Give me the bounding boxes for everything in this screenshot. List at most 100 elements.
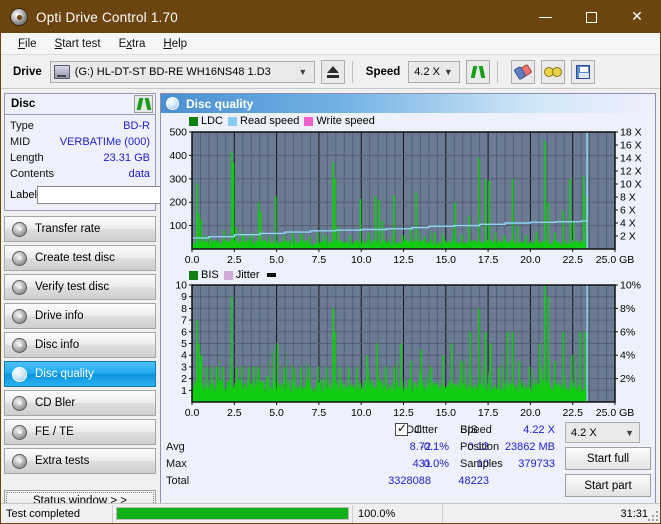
tools-button[interactable] [541, 59, 566, 84]
legend-jitter: Jitter [223, 269, 260, 281]
drive-label: Drive [13, 65, 42, 78]
disc-length-value: 23.31 GB [103, 152, 150, 164]
svg-text:400: 400 [169, 150, 187, 162]
start-full-button[interactable]: Start full [565, 447, 651, 470]
jitter-value-1: -0.1% [420, 441, 449, 453]
window-controls: ✕ [522, 1, 660, 33]
svg-text:20.0: 20.0 [520, 254, 541, 266]
status-bar: Test completed 100.0% 31:31 [1, 503, 660, 523]
sidebar-item-disc-info[interactable]: Disc info [4, 332, 156, 358]
disc-contents-value: data [128, 168, 150, 180]
chevron-down-icon: ▼ [625, 427, 634, 438]
sidebar-item-label: Disc quality [35, 368, 94, 380]
save-button[interactable] [571, 59, 596, 84]
disc-icon [12, 337, 27, 353]
disc-icon [12, 424, 27, 440]
svg-text:4 X: 4 X [620, 218, 636, 230]
eject-button[interactable] [320, 59, 345, 84]
svg-text:18 X: 18 X [620, 128, 642, 139]
disc-label-row: Label [10, 184, 206, 206]
svg-text:7: 7 [181, 315, 187, 327]
content-area: Disc Type BD-R MID VERBATIMe (000) Lengt… [1, 89, 660, 523]
chevron-down-icon: ▼ [298, 66, 308, 77]
svg-text:12.5: 12.5 [393, 407, 414, 419]
svg-text:8 X: 8 X [620, 192, 636, 204]
svg-text:8: 8 [181, 303, 187, 315]
svg-text:2: 2 [181, 373, 187, 385]
refresh-arrows-icon [470, 64, 486, 80]
svg-text:5.0: 5.0 [269, 254, 284, 266]
sidebar-item-transfer-rate[interactable]: Transfer rate [4, 216, 156, 242]
svg-text:10.0: 10.0 [351, 407, 372, 419]
floppy-save-icon [576, 64, 591, 79]
legend-label-jitter: Jitter [235, 269, 260, 281]
sidebar-item-extra-tests[interactable]: Extra tests [4, 448, 156, 474]
disc-properties: Type BD-R MID VERBATIMe (000) Length 23.… [5, 115, 206, 210]
chart1-canvas: 0.0 2.5 5.0 7.5 10.0 12.5 15.0 17.5 20.0 22.5 25.0… [169, 128, 642, 266]
svg-text:500: 500 [169, 128, 187, 139]
progress-bar [113, 504, 353, 523]
disc-row-length: Length 23.31 GB [10, 150, 150, 166]
sidebar-item-label: Extra tests [35, 455, 90, 467]
sidebar-item-drive-info[interactable]: Drive info [4, 303, 156, 329]
progress-track [116, 507, 349, 520]
disc-label-label: Label [10, 189, 37, 201]
disc-mid-label: MID [10, 136, 31, 148]
menu-start-test[interactable]: Start test [46, 36, 110, 52]
elapsed-time: 31:31 [620, 507, 648, 520]
stats-row-max-label: Max [166, 458, 187, 470]
svg-text:2.5: 2.5 [227, 407, 242, 419]
sidebar: Disc Type BD-R MID VERBATIMe (000) Lengt… [1, 89, 206, 523]
svg-text:6%: 6% [620, 326, 635, 338]
svg-text:4%: 4% [620, 350, 635, 362]
menu-help[interactable]: Help [154, 36, 196, 52]
erase-button[interactable] [511, 59, 536, 84]
svg-text:9: 9 [181, 291, 187, 303]
legend-swatch-ldc [189, 116, 198, 126]
resize-grip[interactable] [646, 509, 658, 521]
svg-text:10: 10 [175, 281, 187, 292]
svg-text:0.0: 0.0 [185, 254, 200, 266]
menu-extra[interactable]: Extra [110, 36, 155, 52]
svg-text:7.5: 7.5 [312, 254, 327, 266]
sidebar-item-disc-quality[interactable]: Disc quality [4, 361, 156, 387]
maximize-button[interactable] [568, 1, 614, 33]
speed-select[interactable]: 4.2 X ▼ [408, 60, 461, 83]
svg-text:20.0: 20.0 [520, 407, 541, 419]
svg-text:25.0 GB: 25.0 GB [596, 407, 635, 419]
test-speed-select[interactable]: 4.2 X ▼ [565, 422, 640, 443]
test-speed-value: 4.2 X [571, 426, 597, 439]
ldc-read-speed-chart: LDC Read speed Write speed 0.0 2.5 5.0 7.5 1… [161, 113, 655, 268]
application-window: Opti Drive Control 1.70 ✕ File Start tes… [0, 0, 661, 524]
legend-swatch-bis [189, 270, 198, 280]
disc-icon [12, 395, 27, 411]
svg-text:12 X: 12 X [620, 166, 642, 178]
disc-panel-header: Disc [5, 94, 155, 115]
drive-select-value: (G:) HL-DT-ST BD-RE WH16NS48 1.D3 [74, 65, 271, 78]
sidebar-item-verify-test-disc[interactable]: Verify test disc [4, 274, 156, 300]
sidebar-item-cd-bler[interactable]: CD Bler [4, 390, 156, 416]
refresh-button[interactable] [466, 59, 491, 84]
chevron-down-icon: ▼ [443, 66, 453, 77]
minimize-button[interactable] [522, 1, 568, 33]
samples-value: 379733 [518, 458, 555, 470]
close-button[interactable]: ✕ [614, 1, 660, 33]
menu-file[interactable]: File [9, 36, 46, 52]
sidebar-item-label: FE / TE [35, 426, 74, 438]
disc-type-label: Type [10, 120, 34, 132]
progress-percent: 100.0% [353, 504, 443, 523]
jitter-checkbox[interactable] [395, 421, 408, 436]
chart2-canvas: 0.0 2.5 5.0 7.5 10.0 12.5 15.0 17.5 20.0 22.5 25.0… [175, 281, 641, 419]
svg-text:5: 5 [181, 338, 187, 350]
sidebar-item-create-test-disc[interactable]: Create test disc [4, 245, 156, 271]
disc-row-contents: Contents data [10, 166, 150, 182]
disc-refresh-button[interactable] [134, 95, 153, 113]
sidebar-item-fe-te[interactable]: FE / TE [4, 419, 156, 445]
start-part-button[interactable]: Start part [565, 474, 651, 497]
drive-select[interactable]: (G:) HL-DT-ST BD-RE WH16NS48 1.D3 ▼ [49, 60, 315, 83]
toolbar-divider [351, 60, 353, 83]
legend-label-bis: BIS [201, 269, 219, 281]
svg-text:6 X: 6 X [620, 205, 636, 217]
disc-icon [12, 250, 27, 266]
jitter-value-2: 0.0% [423, 458, 449, 470]
